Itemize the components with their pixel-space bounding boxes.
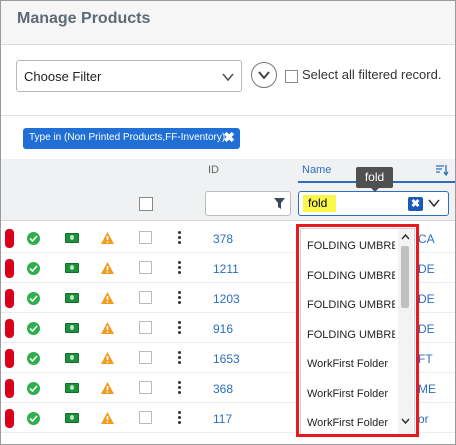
kebab-menu-icon[interactable] [176,380,184,396]
check-circle-icon [27,262,40,275]
money-icon [65,353,79,363]
money-icon [65,413,79,423]
page-header: Manage Products [1,1,455,45]
row-id-link[interactable]: 368 [213,382,233,396]
status-flag-icon [5,319,14,338]
dropdown-option[interactable]: FOLDING UMBRELLA [307,261,395,290]
check-circle-icon [27,382,40,395]
name-suggestions-dropdown[interactable]: FOLDING UMBRELLAFOLDING UMBRELLAFOLDING … [300,228,415,436]
check-circle-icon [27,232,40,245]
dropdown-option[interactable]: WorkFirst Folder [307,349,395,378]
row-name-link[interactable]: or [418,412,429,426]
page-title: Manage Products [17,10,151,27]
filter-select[interactable]: Choose Filter [16,60,242,92]
dropdown-option[interactable]: FOLDING UMBRELLA [307,290,395,319]
row-name-link[interactable]: ME [418,382,436,396]
row-name-link[interactable]: DE [418,262,435,276]
scrollbar-thumb[interactable] [401,246,409,308]
warning-triangle-icon [101,232,114,244]
kebab-menu-icon[interactable] [176,410,184,426]
select-page-checkbox[interactable] [139,197,153,211]
status-flag-icon [5,409,14,428]
filter-bar: Choose Filter Select all filtered record… [1,45,455,115]
check-circle-icon [27,292,40,305]
filter-chip[interactable]: Type in (Non Printed Products,FF-Invento… [23,128,240,149]
kebab-menu-icon[interactable] [176,230,184,246]
warning-triangle-icon [101,322,114,334]
row-name-link[interactable]: DE [418,292,435,306]
check-circle-icon [27,412,40,425]
row-id-link[interactable]: 117 [213,412,232,426]
dropdown-option[interactable]: FOLDING UMBRELLA [307,320,395,349]
status-flag-icon [5,259,14,278]
dropdown-option[interactable]: WorkFirst Folder [307,408,395,435]
row-id-link[interactable]: 1203 [213,292,240,306]
filter-chip-label: Type in (Non Printed Products,FF-Invento… [29,132,226,143]
warning-triangle-icon [101,412,114,424]
active-filters: Type in (Non Printed Products,FF-Invento… [1,115,455,159]
status-flag-icon [5,229,14,248]
chevron-down-icon [258,71,270,80]
app-window: Manage Products Choose Filter Select all… [0,0,456,445]
kebab-menu-icon[interactable] [176,320,184,336]
row-checkbox[interactable] [139,411,152,424]
status-flag-icon [5,379,14,398]
clear-filter-icon[interactable]: ✖ [408,197,423,211]
row-checkbox[interactable] [139,231,152,244]
money-icon [65,263,79,273]
money-icon [65,293,79,303]
kebab-menu-icon[interactable] [176,350,184,366]
column-header-name[interactable]: Name [302,164,331,176]
kebab-menu-icon[interactable] [176,290,184,306]
status-flag-icon [5,289,14,308]
chevron-down-icon [222,73,234,82]
warning-triangle-icon [101,352,114,364]
kebab-menu-icon[interactable] [176,260,184,276]
check-circle-icon [27,352,40,365]
row-id-link[interactable]: 1211 [213,262,239,276]
warning-triangle-icon [101,292,114,304]
row-id-link[interactable]: 378 [213,232,233,246]
warning-triangle-icon [101,262,114,274]
money-icon [65,323,79,333]
filter-select-value: Choose Filter [24,69,102,84]
row-name-link[interactable]: CA [418,232,435,246]
filter-tooltip: fold [356,167,393,192]
row-checkbox[interactable] [139,291,152,304]
chevron-down-icon[interactable] [428,198,440,208]
column-header-id[interactable]: ID [208,164,219,176]
row-checkbox[interactable] [139,321,152,334]
status-flag-icon [5,349,14,368]
money-icon [65,233,79,243]
money-icon [65,383,79,393]
dropdown-scrollbar[interactable] [398,229,413,435]
select-all-checkbox[interactable] [285,70,298,83]
select-all-label: Select all filtered record. [302,67,442,82]
row-checkbox[interactable] [139,381,152,394]
name-filter-value[interactable]: fold [303,195,336,212]
row-name-link[interactable]: DE [418,322,435,336]
name-filter-combobox[interactable]: fold ✖ [298,191,449,216]
warning-triangle-icon [101,382,114,394]
divider [1,115,455,116]
dropdown-option[interactable]: FOLDING UMBRELLA [307,231,395,260]
scroll-up-icon[interactable] [401,234,410,240]
funnel-icon[interactable] [273,197,286,210]
dropdown-option[interactable]: WorkFirst Folder [307,379,395,408]
check-circle-icon [27,322,40,335]
row-checkbox[interactable] [139,261,152,274]
expand-filters-button[interactable] [251,62,277,88]
row-id-link[interactable]: 916 [213,322,233,336]
row-id-link[interactable]: 1653 [213,352,240,366]
remove-filter-icon[interactable]: ✖ [223,129,235,146]
row-name-link[interactable]: FT [418,352,433,366]
scroll-down-icon[interactable] [401,418,410,424]
sort-icon[interactable] [435,164,449,176]
row-checkbox[interactable] [139,351,152,364]
id-filter-input[interactable] [205,191,291,216]
